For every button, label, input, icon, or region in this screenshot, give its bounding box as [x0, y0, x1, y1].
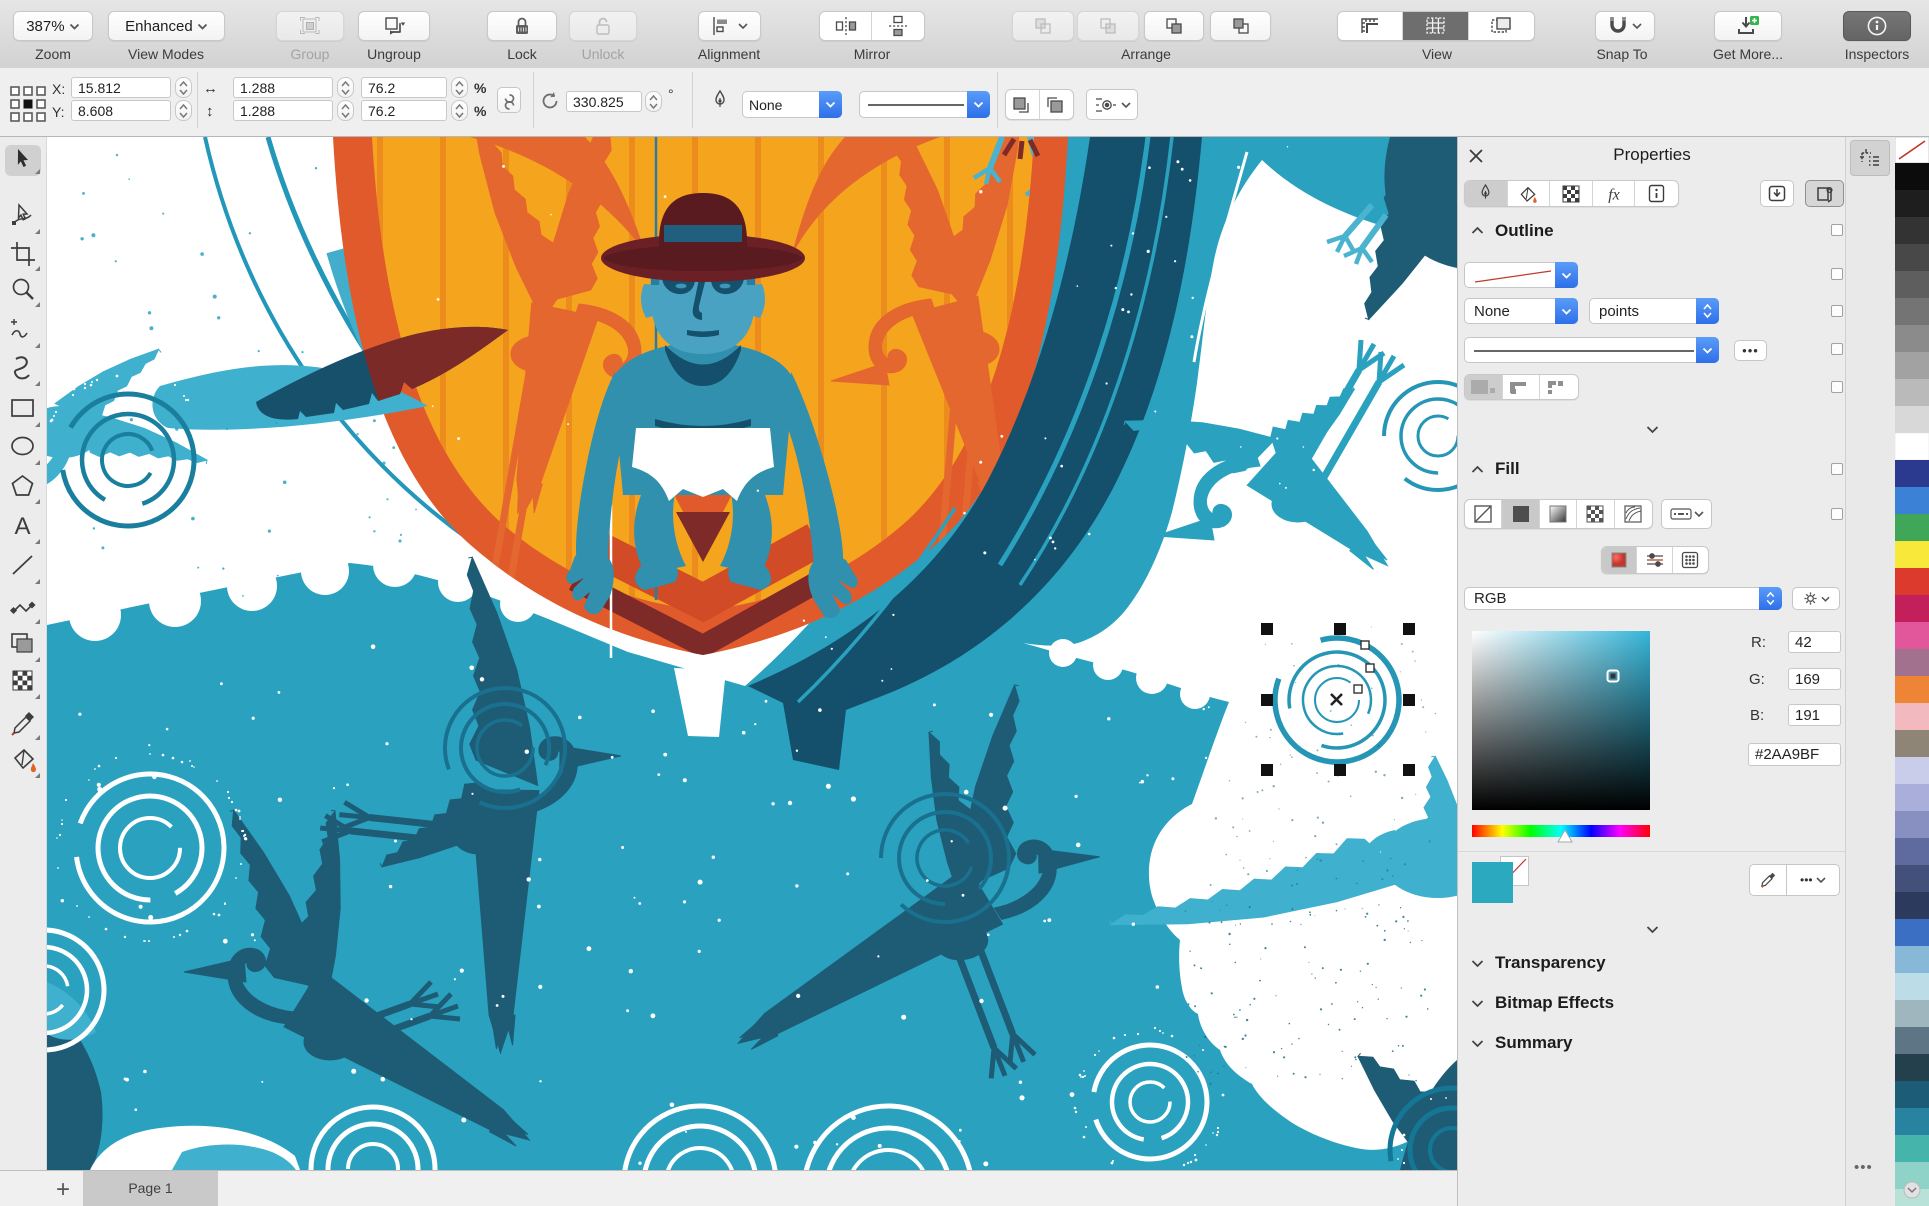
svg-text:fx: fx — [1608, 186, 1620, 203]
svg-text:A: A — [14, 513, 30, 540]
